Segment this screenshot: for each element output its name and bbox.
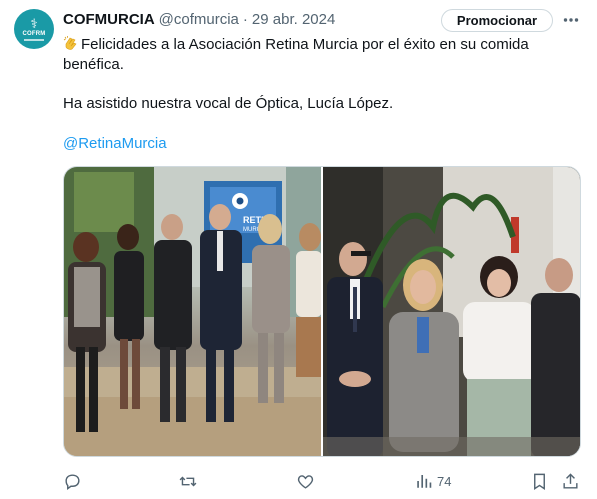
reply-icon — [65, 473, 80, 490]
views-button[interactable]: 74 — [415, 470, 451, 492]
bookmark-icon — [534, 473, 545, 490]
retweet-button[interactable] — [178, 470, 198, 492]
avatar[interactable]: ⚕ COFRM — [14, 9, 54, 49]
share-button[interactable] — [561, 470, 580, 492]
photo-left-scene: RETINA MURCIA — [64, 167, 321, 456]
tweet-text-line-3: Ha asistido nuestra vocal de Óptica, Luc… — [63, 95, 394, 112]
tweet-text-line-1-content: Felicidades a la Asociación Retina Murci… — [81, 36, 529, 53]
views-count: 74 — [437, 473, 452, 489]
retweet-icon — [179, 476, 197, 486]
like-button[interactable] — [296, 470, 315, 492]
more-icon — [563, 18, 579, 22]
reply-button[interactable] — [63, 470, 82, 492]
account-name[interactable]: COFMURCIA — [63, 11, 155, 28]
tweet-date[interactable]: 29 abr. 2024 — [252, 11, 335, 28]
more-button[interactable] — [560, 10, 582, 30]
action-bar: 74 — [63, 470, 583, 492]
avatar-logo-line — [24, 38, 44, 41]
account-handle[interactable]: @cofmurcia — [159, 11, 239, 28]
tweet-text-line-2: benéfica. — [63, 56, 124, 73]
pharmacy-cross-icon: ⚕ — [30, 16, 38, 32]
bookmark-button[interactable] — [531, 470, 548, 492]
promote-button[interactable]: Promocionar — [441, 9, 553, 32]
like-icon — [297, 474, 314, 489]
share-icon — [563, 472, 578, 489]
clapping-hands-icon — [63, 35, 77, 50]
tweet-text-line-1: Felicidades a la Asociación Retina Murci… — [63, 35, 529, 55]
photo-right[interactable] — [323, 167, 580, 456]
photo-right-scene — [323, 167, 580, 456]
header-separator: · — [242, 10, 248, 28]
tweet-header: COFMURCIA @cofmurcia · 29 abr. 2024 — [63, 9, 335, 29]
avatar-logo-text: COFRM — [22, 30, 46, 37]
photo-left[interactable]: RETINA MURCIA — [64, 167, 321, 456]
media-grid: RETINA MURCIA — [63, 166, 581, 457]
views-icon — [417, 475, 432, 488]
mention-link[interactable]: @RetinaMurcia — [63, 134, 167, 154]
